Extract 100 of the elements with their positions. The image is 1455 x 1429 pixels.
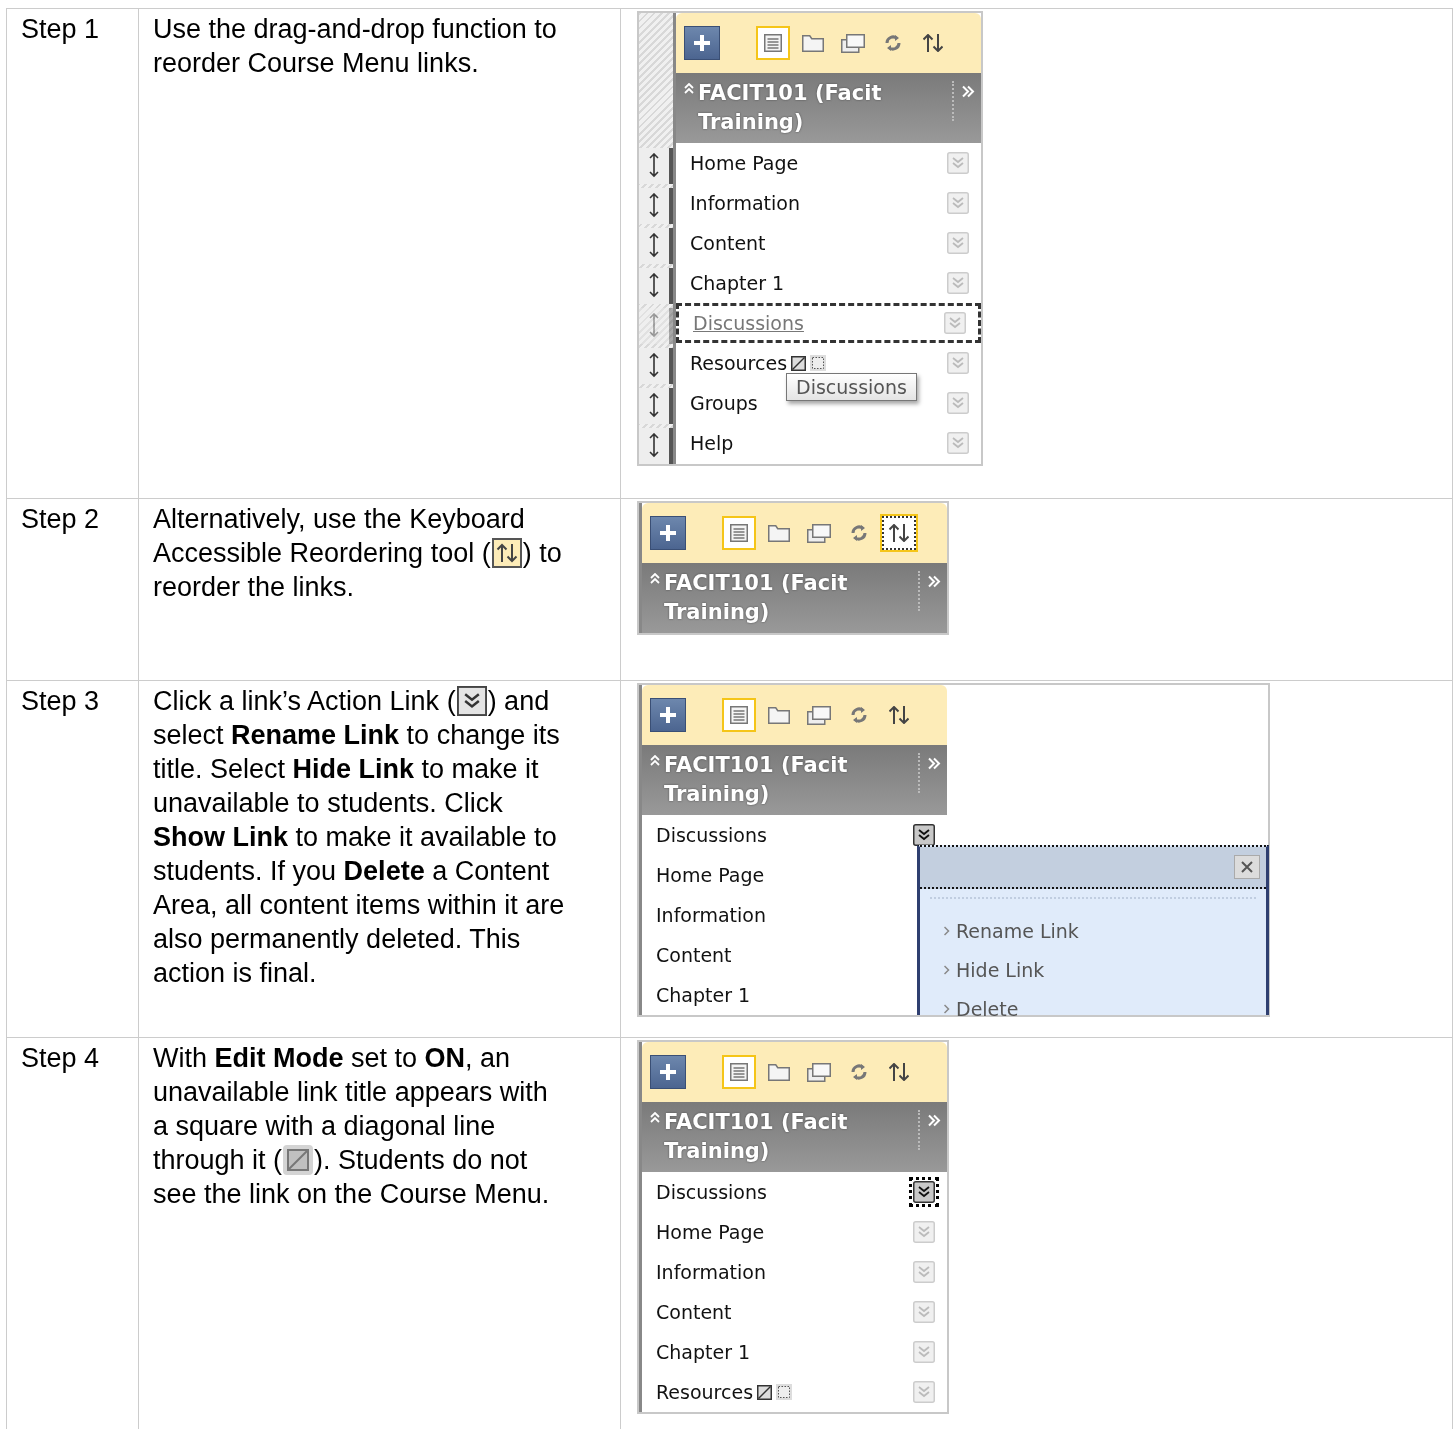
windows-icon bbox=[807, 705, 831, 725]
folder-icon bbox=[768, 1063, 790, 1081]
refresh-icon bbox=[851, 707, 867, 723]
menu-link[interactable]: Groups bbox=[690, 392, 758, 414]
up-down-arrow-icon bbox=[649, 313, 659, 339]
close-button[interactable] bbox=[1234, 855, 1260, 879]
drag-handle[interactable] bbox=[639, 348, 673, 384]
course-title[interactable]: FACIT101 (Facit Training) bbox=[660, 1108, 918, 1166]
menu-link[interactable]: Discussions bbox=[656, 824, 767, 846]
step-text: reorder the links. bbox=[153, 571, 355, 604]
list-icon bbox=[764, 34, 782, 52]
list-icon bbox=[730, 1063, 748, 1081]
unavailable-icon bbox=[283, 1145, 314, 1175]
expand-icon[interactable] bbox=[928, 757, 941, 770]
collapse-icon[interactable] bbox=[650, 1112, 660, 1123]
menu-link[interactable]: Chapter 1 bbox=[656, 1341, 751, 1363]
dotted-square-icon bbox=[810, 355, 827, 371]
drag-handle[interactable] bbox=[639, 188, 673, 224]
list-icon bbox=[730, 706, 748, 724]
expand-icon[interactable] bbox=[928, 1114, 941, 1127]
chevron-icon bbox=[944, 964, 950, 975]
up-down-arrow-icon bbox=[649, 353, 659, 379]
step-text: Alternatively, use the Keyboard bbox=[153, 503, 525, 536]
chevron-icon bbox=[944, 925, 950, 936]
expand-icon[interactable] bbox=[928, 575, 941, 588]
step-text: also permanently deleted. This bbox=[153, 923, 521, 956]
drag-handle[interactable] bbox=[639, 228, 673, 264]
drag-tooltip: Discussions bbox=[786, 373, 917, 401]
menu-link[interactable]: Information bbox=[656, 904, 766, 926]
course-title[interactable]: FACIT101 (Facit Training) bbox=[660, 751, 918, 809]
step-text: a square with a diagonal line bbox=[153, 1110, 496, 1143]
menu-link[interactable]: Information bbox=[690, 192, 800, 214]
collapse-icon[interactable] bbox=[650, 755, 660, 766]
step-text: Area, all content items within it are bbox=[153, 889, 565, 922]
dotted-square-icon bbox=[776, 1384, 793, 1400]
close-icon bbox=[1241, 861, 1253, 873]
add-button[interactable] bbox=[684, 26, 720, 60]
step-label: Step 3 bbox=[21, 686, 100, 716]
list-view-button[interactable] bbox=[722, 516, 756, 550]
reorder-button[interactable] bbox=[882, 516, 916, 550]
step-text: action is final. bbox=[153, 957, 317, 990]
plus-icon bbox=[694, 35, 710, 51]
course-title[interactable]: FACIT101 (Facit Training) bbox=[660, 569, 918, 627]
refresh-icon bbox=[851, 525, 867, 541]
reorder-icon bbox=[491, 538, 522, 568]
drag-handle[interactable] bbox=[639, 388, 673, 424]
menu-link[interactable]: Resources bbox=[690, 352, 788, 374]
reorder-icon bbox=[889, 706, 909, 724]
step-text: see the link on the Course Menu. bbox=[153, 1178, 550, 1211]
step-text: Click a link’s Action Link ( bbox=[153, 685, 456, 718]
drag-handle[interactable] bbox=[639, 428, 673, 464]
reorder-icon bbox=[923, 34, 943, 52]
menu-option[interactable]: Delete bbox=[956, 997, 1019, 1020]
expand-icon[interactable] bbox=[962, 85, 975, 98]
plus-icon bbox=[660, 707, 676, 723]
reorder-icon bbox=[889, 524, 909, 542]
menu-link[interactable]: Content bbox=[656, 944, 732, 966]
step-label: Step 1 bbox=[21, 14, 100, 44]
add-button[interactable] bbox=[650, 516, 686, 550]
menu-link[interactable]: Discussions bbox=[693, 312, 804, 334]
add-button[interactable] bbox=[650, 698, 686, 732]
step-text: ) to bbox=[522, 537, 562, 570]
chevron-icon bbox=[944, 1003, 950, 1014]
up-down-arrow-icon bbox=[649, 193, 659, 219]
menu-link[interactable]: Help bbox=[690, 432, 734, 454]
list-icon bbox=[730, 524, 748, 542]
windows-icon bbox=[807, 523, 831, 543]
step-text: through it ( bbox=[153, 1144, 283, 1177]
menu-link[interactable]: Information bbox=[656, 1261, 766, 1283]
plus-icon bbox=[660, 1064, 676, 1080]
folder-icon bbox=[768, 706, 790, 724]
step-text: students. If you Delete a Content bbox=[153, 855, 550, 888]
menu-option[interactable]: Hide Link bbox=[956, 958, 1045, 981]
list-view-button[interactable] bbox=[756, 26, 790, 60]
menu-option[interactable]: Rename Link bbox=[956, 919, 1079, 942]
add-button[interactable] bbox=[650, 1055, 686, 1089]
collapse-icon[interactable] bbox=[684, 83, 694, 94]
up-down-arrow-icon bbox=[649, 153, 659, 179]
list-view-button[interactable] bbox=[722, 698, 756, 732]
course-title[interactable]: FACIT101 (Facit Training) bbox=[694, 79, 952, 137]
folder-icon bbox=[802, 34, 824, 52]
list-view-button[interactable] bbox=[722, 1055, 756, 1089]
action-icon[interactable] bbox=[913, 824, 935, 846]
up-down-arrow-icon bbox=[649, 273, 659, 299]
drag-handle[interactable] bbox=[639, 148, 673, 184]
menu-link[interactable]: Chapter 1 bbox=[690, 272, 785, 294]
menu-link[interactable]: Chapter 1 bbox=[656, 984, 751, 1006]
up-down-arrow-icon bbox=[649, 393, 659, 419]
menu-link[interactable]: Content bbox=[656, 1301, 732, 1323]
reorder-icon bbox=[889, 1063, 909, 1081]
menu-link[interactable]: Home Page bbox=[656, 1221, 765, 1243]
collapse-icon[interactable] bbox=[650, 573, 660, 584]
menu-link[interactable]: Home Page bbox=[656, 864, 765, 886]
step-text: ) and bbox=[487, 685, 550, 718]
menu-link[interactable]: Home Page bbox=[690, 152, 799, 174]
step-text: unavailable to students. Click bbox=[153, 787, 503, 820]
menu-link[interactable]: Resources bbox=[656, 1381, 754, 1403]
menu-link[interactable]: Discussions bbox=[656, 1181, 767, 1203]
drag-handle[interactable] bbox=[639, 268, 673, 304]
menu-link[interactable]: Content bbox=[690, 232, 766, 254]
